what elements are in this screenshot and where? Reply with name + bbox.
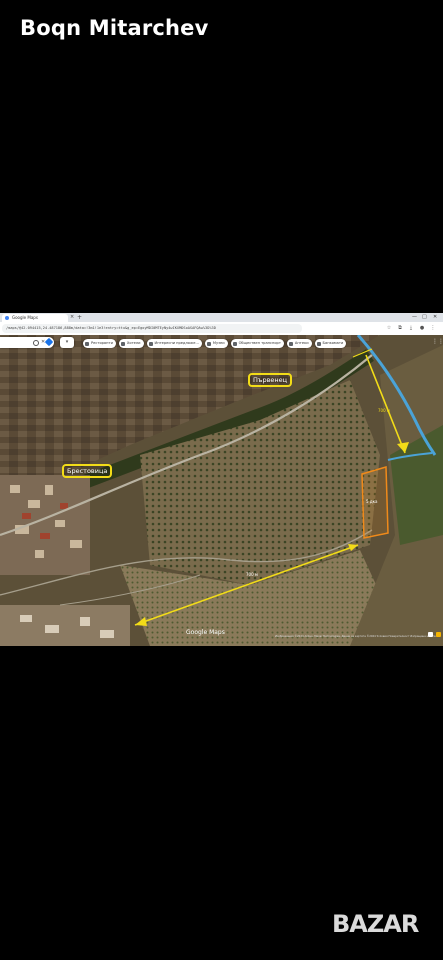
new-tab-button[interactable]: + (77, 313, 82, 322)
profile-icon[interactable]: ● (419, 325, 425, 331)
chip-pharmacies[interactable]: Аптеки (286, 339, 312, 348)
post-author: Boqn Mitarchev (20, 16, 209, 40)
browser-tab[interactable]: Google Maps (2, 314, 68, 322)
attraction-icon (148, 341, 153, 346)
maximize-icon[interactable]: □ (422, 313, 427, 322)
tab-close-icon[interactable]: × (70, 313, 74, 322)
maps-favicon-icon (5, 316, 9, 320)
shared-screenshot: Google Maps × + — □ ✕ /maps/@42.094415,2… (0, 313, 443, 646)
chip-attractions[interactable]: Интересни предложе... (146, 339, 202, 348)
chip-restaurants[interactable]: Ресторанти (83, 339, 116, 348)
restaurant-icon (85, 341, 89, 346)
satellite-imagery (0, 335, 443, 646)
map-attribution: Изображения ©2024 Airbus, Maxar Technolo… (275, 635, 441, 638)
url-field[interactable]: /maps/@42.094415,24.487186,888m/data=!3m… (2, 324, 302, 333)
zoom-control-icon[interactable] (428, 632, 433, 637)
close-window-icon[interactable]: ✕ (433, 313, 437, 322)
directions-icon[interactable] (44, 337, 54, 347)
chip-hotels[interactable]: Хотели (118, 339, 144, 348)
pegman-icon[interactable] (436, 632, 441, 637)
google-maps-logo: Google Maps (186, 629, 225, 636)
download-icon[interactable]: ⤓ (408, 325, 414, 331)
menu-icon[interactable]: ⋮ (430, 325, 436, 331)
atm-icon (316, 341, 321, 346)
tab-title: Google Maps (12, 315, 38, 320)
measure-plot: 5 дка (366, 499, 378, 504)
category-chips: Ресторанти Хотели Интересни предложе... … (83, 339, 347, 348)
pharmacy-icon (288, 341, 293, 346)
chip-transit[interactable]: Обществен транспорт (230, 339, 284, 348)
browser-tab-strip: Google Maps × + — □ ✕ (0, 313, 443, 322)
village-label-brestovitsa: Брестовица (62, 464, 113, 478)
transit-icon (232, 341, 237, 346)
search-box[interactable]: ✕ (0, 337, 54, 348)
apps-grid-icon[interactable]: ⋮⋮ (432, 338, 443, 346)
chip-museums[interactable]: Музеи (204, 339, 228, 348)
address-bar: /maps/@42.094415,24.487186,888m/data=!3m… (0, 322, 443, 336)
chip-atms[interactable]: Банкомати (314, 339, 347, 348)
bazar-watermark-logo: BAZAR (332, 910, 419, 938)
satellite-map[interactable]: ✕ ▾ Ресторанти Хотели Интересни предложе… (0, 335, 443, 646)
search-icon[interactable] (33, 340, 39, 346)
minimize-icon[interactable]: — (412, 313, 417, 322)
hotel-icon (120, 341, 125, 346)
measure-bottom: 700 м (246, 572, 258, 577)
village-label-parvenets: Първенец (248, 373, 293, 387)
extensions-icon[interactable]: ⧉ (397, 325, 403, 331)
measure-top-right: 700 м (378, 408, 390, 413)
layers-button[interactable]: ▾ (60, 337, 74, 348)
layers-icon: ▾ (65, 339, 69, 345)
star-icon[interactable]: ☆ (386, 325, 392, 331)
museum-icon (206, 341, 211, 346)
